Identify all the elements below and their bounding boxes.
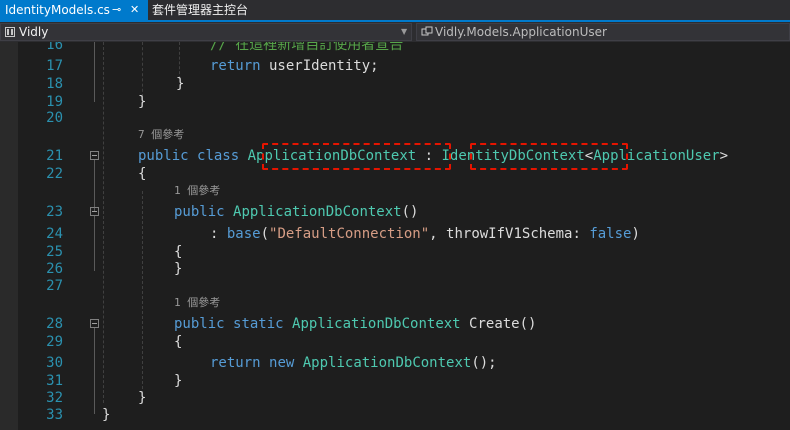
codelens-references[interactable]: 1 個參考 bbox=[174, 296, 220, 310]
line-number: 28 bbox=[46, 316, 63, 332]
collapse-icon[interactable] bbox=[90, 151, 99, 160]
line-number: 16 bbox=[46, 42, 63, 53]
code-line-23: public ApplicationDbContext() bbox=[174, 203, 418, 221]
brace: } bbox=[138, 94, 147, 110]
code-editor[interactable]: 16 17 18 19 20 21 22 23 24 25 26 27 28 2… bbox=[0, 42, 790, 430]
line-number: 30 bbox=[46, 355, 63, 371]
keyword: public bbox=[174, 204, 225, 220]
line-number: 20 bbox=[46, 110, 63, 126]
code-text: : bbox=[210, 226, 227, 242]
code-line-33: } bbox=[102, 406, 110, 424]
member-dropdown[interactable]: Vidly.Models.ApplicationUser bbox=[416, 23, 790, 41]
code-text: Create() bbox=[460, 316, 537, 332]
code-text: > bbox=[719, 148, 729, 164]
keyword: base bbox=[226, 226, 261, 242]
member-name: Vidly.Models.ApplicationUser bbox=[435, 25, 607, 39]
code-line-32: } bbox=[138, 389, 146, 407]
code-line-26: } bbox=[174, 260, 182, 278]
string-literal: "DefaultConnection" bbox=[269, 226, 430, 242]
indicator-margin bbox=[0, 42, 18, 430]
collapse-icon[interactable] bbox=[90, 319, 99, 328]
constructor-name: ApplicationDbContext bbox=[233, 204, 402, 220]
project-name: Vidly bbox=[19, 25, 49, 39]
document-tab-bar: IdentityModels.cs ⊸ ✕ 套件管理器主控台 bbox=[0, 0, 790, 20]
line-number: 29 bbox=[46, 334, 63, 350]
pin-icon[interactable]: ⊸ bbox=[112, 0, 121, 20]
line-number: 21 bbox=[46, 148, 63, 164]
line-number: 23 bbox=[46, 204, 63, 220]
tab-label: 套件管理器主控台 bbox=[152, 3, 249, 17]
keyword: public bbox=[174, 316, 225, 332]
code-line-19: } bbox=[138, 93, 146, 111]
tab-package-manager-console[interactable]: 套件管理器主控台 bbox=[152, 0, 248, 20]
navigation-bar: Vidly ▼ Vidly.Models.ApplicationUser bbox=[0, 22, 790, 43]
brace: } bbox=[174, 261, 183, 277]
keyword: return bbox=[210, 58, 261, 74]
line-number: 33 bbox=[46, 407, 63, 423]
code-text: () bbox=[401, 204, 419, 220]
collapse-icon[interactable] bbox=[90, 207, 99, 216]
return-type: ApplicationDbContext bbox=[292, 316, 461, 332]
highlight-box-base-class bbox=[470, 143, 628, 170]
fold-line bbox=[94, 42, 95, 102]
chevron-down-icon: ▼ bbox=[401, 27, 408, 36]
code-line-31: } bbox=[174, 372, 182, 390]
comment: // 在這裡新增自訂使用者宣告 bbox=[210, 42, 404, 53]
indent-guide bbox=[142, 191, 143, 394]
brace: } bbox=[138, 390, 147, 406]
project-icon bbox=[5, 27, 15, 37]
brace-matched: } bbox=[102, 407, 111, 423]
code-line-24: : base("DefaultConnection", throwIfV1Sch… bbox=[210, 225, 640, 243]
brace: { bbox=[174, 334, 183, 350]
line-number: 17 bbox=[46, 58, 63, 74]
type-name: ApplicationDbContext bbox=[302, 355, 472, 371]
indent-guide bbox=[103, 42, 104, 403]
code-text: (); bbox=[471, 355, 497, 371]
line-number: 22 bbox=[46, 166, 63, 182]
code-line-18: } bbox=[176, 75, 184, 93]
code-line-22: { bbox=[138, 165, 146, 183]
fold-line bbox=[94, 160, 95, 211]
line-number: 32 bbox=[46, 390, 63, 406]
keyword: return bbox=[210, 355, 261, 371]
keyword: static bbox=[233, 316, 284, 332]
keyword: public bbox=[138, 148, 189, 164]
line-number: 24 bbox=[46, 226, 63, 242]
keyword: new bbox=[269, 355, 295, 371]
line-number: 18 bbox=[46, 76, 63, 92]
codelens-references[interactable]: 7 個參考 bbox=[138, 128, 184, 142]
line-number: 25 bbox=[46, 244, 63, 260]
brace: { bbox=[138, 166, 147, 182]
brace: } bbox=[176, 76, 185, 92]
brace: } bbox=[174, 373, 183, 389]
indent-guide bbox=[179, 42, 180, 79]
line-number: 27 bbox=[46, 278, 63, 294]
code-line-25: { bbox=[174, 243, 182, 261]
project-dropdown[interactable]: Vidly ▼ bbox=[0, 23, 412, 41]
code-text: ) bbox=[631, 226, 640, 242]
indent-guide bbox=[142, 42, 143, 97]
fold-line bbox=[94, 216, 95, 271]
class-icon bbox=[421, 26, 433, 36]
fold-line bbox=[94, 328, 95, 414]
code-line-29: { bbox=[174, 333, 182, 351]
codelens-references[interactable]: 1 個參考 bbox=[174, 184, 220, 198]
code-line-30: return new ApplicationDbContext(); bbox=[210, 354, 497, 372]
keyword: false bbox=[589, 226, 632, 242]
line-number: 31 bbox=[46, 373, 63, 389]
code-text: , throwIfV1Schema: bbox=[429, 226, 590, 242]
tab-identitymodels[interactable]: IdentityModels.cs ⊸ ✕ bbox=[0, 0, 148, 20]
code-text: ( bbox=[260, 226, 270, 242]
keyword: class bbox=[197, 148, 240, 164]
close-icon[interactable]: ✕ bbox=[130, 0, 139, 20]
tab-label: IdentityModels.cs bbox=[5, 3, 110, 17]
code-text: userIdentity; bbox=[260, 58, 379, 74]
code-line-16: // 在這裡新增自訂使用者宣告 bbox=[210, 42, 403, 54]
highlight-box-class-name bbox=[262, 143, 451, 170]
line-number: 26 bbox=[46, 261, 63, 277]
code-line-17: return userIdentity; bbox=[210, 57, 379, 75]
code-line-28: public static ApplicationDbContext Creat… bbox=[174, 315, 536, 333]
brace: { bbox=[174, 244, 183, 260]
